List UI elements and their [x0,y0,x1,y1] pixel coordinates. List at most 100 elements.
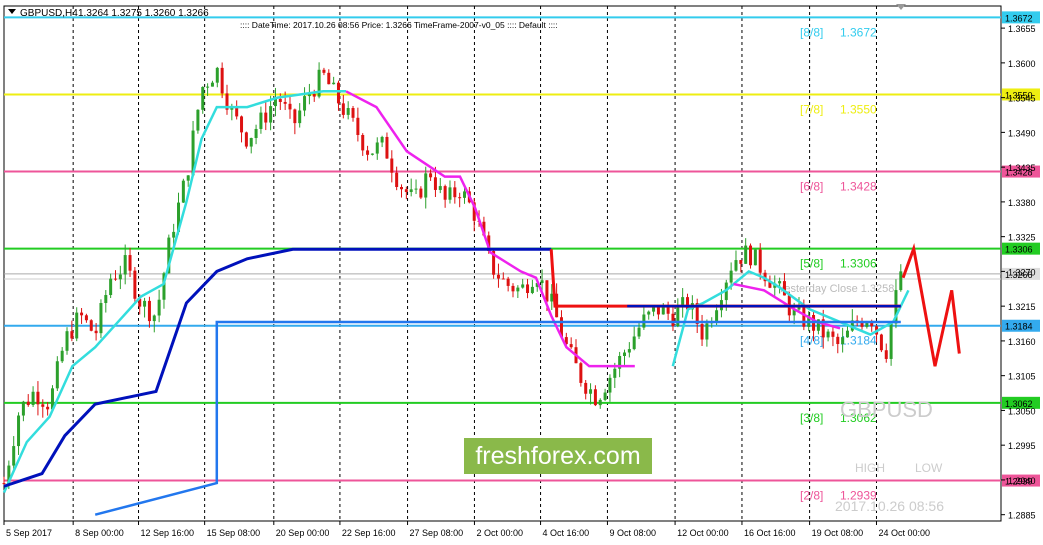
candle-body [206,86,210,88]
candle-body [826,331,830,338]
candle-body [744,245,748,264]
candle-body [584,382,588,394]
x-axis-tick-label: 8 Sep 00:00 [75,528,124,538]
freshforex-banner[interactable]: freshforex.com [464,438,652,474]
candle-body [899,271,903,291]
candle-body [545,280,549,302]
candle-body [80,312,84,316]
y-axis-tick-label: 1.3435 [1008,163,1036,173]
candle-body [60,350,64,362]
x-axis-tick-label: 9 Oct 08:00 [609,528,656,538]
candle-body [99,303,103,334]
candle-body [506,278,510,286]
candle-body [671,313,675,327]
y-axis-tick-label: 1.2940 [1008,476,1036,486]
y-axis-tick-label: 1.3380 [1008,198,1036,208]
candle-body [841,337,845,345]
candle-body [448,187,452,200]
candle-body [2,483,6,485]
candle-body [884,350,888,359]
murrey-level-label: [7/8] [800,102,823,116]
candle-body [598,399,602,406]
candle-body [21,401,25,416]
candle-body [109,278,113,296]
candle-body [734,260,738,271]
candle-body [235,107,239,117]
murrey-level-label: [4/8] [800,334,823,348]
candle-body [312,93,316,97]
candle-body [104,295,108,304]
candle-body [380,136,384,143]
candle-body [17,415,21,447]
candle-body [395,172,399,187]
murrey-level-label: [5/8] [800,257,823,271]
candle-body [404,189,408,193]
candle-body [244,132,248,147]
candle-body [361,134,365,151]
candle-body [463,191,467,198]
candle-body [778,281,782,284]
y-axis-tick-label: 1.3270 [1008,267,1036,277]
candle-body [201,86,205,110]
candle-body [390,158,394,173]
candle-body [589,389,593,394]
candle-body [26,401,30,406]
x-axis-tick-label: 12 Sep 16:00 [141,528,195,538]
candle-body [661,306,665,315]
murrey-level-value: 1.3550 [840,102,877,116]
candle-body [511,285,515,292]
candle-body [366,150,370,155]
candle-body [143,300,147,307]
candle-body [729,270,733,283]
candle-body [278,98,282,102]
candle-body [123,255,127,275]
murrey-level-label: [8/8] [800,25,823,39]
y-axis-tick-label: 1.3655 [1008,24,1036,34]
candle-body [516,287,520,292]
candle-body [802,307,806,327]
x-axis-tick-label: 19 Oct 08:00 [812,528,864,538]
candle-body [652,306,656,312]
candle-body [269,106,273,123]
candle-body [836,336,840,345]
candle-body [433,177,437,190]
candle-body [70,331,74,339]
candle-body [409,189,413,193]
candle-body [443,186,447,200]
candle-body [283,101,287,104]
candle-body [118,274,122,280]
candle-body [128,255,132,271]
candle-body [346,108,350,115]
price-tag-value: 1.3184 [1005,322,1033,332]
candle-body [865,322,869,327]
candle-body [181,180,185,203]
candle-body [89,320,93,331]
candle-body [530,286,534,294]
candle-body [429,173,433,178]
candle-body [254,128,258,139]
candle-body [303,96,307,111]
price-tag-value: 1.3306 [1005,245,1033,255]
x-axis-tick-label: 15 Sep 08:00 [207,528,261,538]
ohlc-values: 1.3264 1.3275 1.3260 1.3266 [78,8,209,19]
candle-body [172,231,176,238]
candle-body [453,187,457,198]
candle-body [293,109,297,124]
candle-body [65,331,69,351]
candle-body [603,392,607,400]
candle-body [870,322,874,327]
y-axis-tick-label: 1.3160 [1008,337,1036,347]
candle-body [322,69,326,73]
candle-body [220,67,224,94]
candle-body [273,98,277,107]
candle-body [593,389,597,406]
candle-body [579,363,583,383]
candle-body [147,300,151,322]
y-axis-tick-label: 1.2995 [1008,441,1036,451]
murrey-level-label: [6/8] [800,180,823,194]
candle-body [157,299,161,316]
murrey-level-label: [3/8] [800,411,823,425]
candle-body [264,112,268,123]
watermark-high: HIGH [855,461,885,475]
candle-body [526,284,530,294]
